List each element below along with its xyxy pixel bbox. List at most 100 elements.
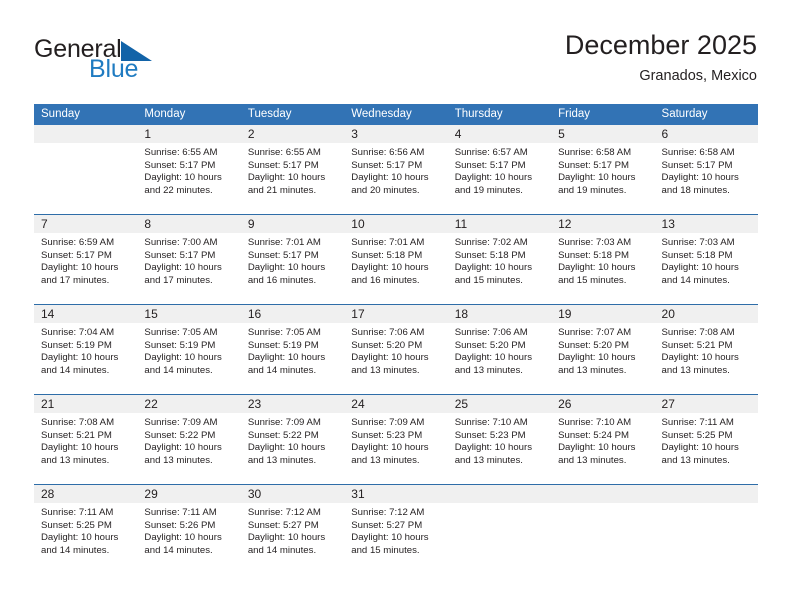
day-cell[interactable] xyxy=(447,485,552,574)
day-cell[interactable]: 18 Sunrise: 7:06 AM Sunset: 5:20 PM Dayl… xyxy=(447,305,552,394)
sunset-text: Sunset: 5:19 PM xyxy=(41,339,112,351)
weekday-header-row: Sunday Monday Tuesday Wednesday Thursday… xyxy=(34,104,758,125)
sunset-text: Sunset: 5:25 PM xyxy=(41,519,112,531)
daylight-text-line2: and 14 minutes. xyxy=(144,544,213,556)
day-number xyxy=(34,125,138,143)
day-number xyxy=(551,485,655,503)
day-details xyxy=(655,503,758,507)
sunset-text: Sunset: 5:17 PM xyxy=(247,159,319,171)
page-header: General Blue December 2025 Granados, Mex… xyxy=(0,0,792,100)
day-details xyxy=(551,503,654,507)
day-cell[interactable]: 27 Sunrise: 7:11 AM Sunset: 5:25 PM Dayl… xyxy=(654,395,758,484)
daylight-text-line1: Daylight: 10 hours xyxy=(454,262,533,274)
sunrise-text: Sunrise: 7:07 AM xyxy=(558,327,632,338)
location-subtitle: Granados, Mexico xyxy=(639,68,757,84)
day-cell[interactable]: 22 Sunrise: 7:09 AM Sunset: 5:22 PM Dayl… xyxy=(137,395,241,484)
daylight-text-line2: and 13 minutes. xyxy=(144,454,213,466)
day-details: Sunrise: 6:57 AM Sunset: 5:17 PM Dayligh… xyxy=(448,143,551,197)
daylight-text-line2: and 13 minutes. xyxy=(247,454,317,466)
sunset-text: Sunset: 5:27 PM xyxy=(247,519,319,531)
sunrise-text: Sunrise: 7:05 AM xyxy=(247,327,321,338)
day-cell[interactable]: 15 Sunrise: 7:05 AM Sunset: 5:19 PM Dayl… xyxy=(137,305,241,394)
day-details: Sunrise: 7:10 AM Sunset: 5:24 PM Dayligh… xyxy=(551,413,654,467)
sunrise-text: Sunrise: 7:02 AM xyxy=(454,237,528,248)
calendar-grid: Sunday Monday Tuesday Wednesday Thursday… xyxy=(34,104,758,574)
day-cell[interactable]: 19 Sunrise: 7:07 AM Sunset: 5:20 PM Dayl… xyxy=(551,305,655,394)
generalblue-logo[interactable]: General Blue xyxy=(34,36,214,84)
daylight-text-line2: and 13 minutes. xyxy=(351,454,420,466)
day-number: 4 xyxy=(447,125,552,143)
daylight-text-line2: and 13 minutes. xyxy=(558,454,627,466)
day-cell[interactable]: 6 Sunrise: 6:58 AM Sunset: 5:17 PM Dayli… xyxy=(654,125,758,214)
day-details: Sunrise: 6:55 AM Sunset: 5:17 PM Dayligh… xyxy=(137,143,240,197)
daylight-text-line2: and 16 minutes. xyxy=(351,274,420,286)
day-cell[interactable] xyxy=(551,485,655,574)
day-number: 24 xyxy=(344,395,448,413)
daylight-text-line1: Daylight: 10 hours xyxy=(41,532,119,544)
day-cell[interactable]: 23 Sunrise: 7:09 AM Sunset: 5:22 PM Dayl… xyxy=(240,395,345,484)
day-cell[interactable]: 9 Sunrise: 7:01 AM Sunset: 5:17 PM Dayli… xyxy=(240,215,345,304)
weekday-header-saturday: Saturday xyxy=(661,108,708,120)
day-details: Sunrise: 7:08 AM Sunset: 5:21 PM Dayligh… xyxy=(34,413,137,467)
day-cell[interactable]: 5 Sunrise: 6:58 AM Sunset: 5:17 PM Dayli… xyxy=(551,125,655,214)
daylight-text-line1: Daylight: 10 hours xyxy=(558,352,636,364)
sunrise-text: Sunrise: 7:01 AM xyxy=(247,237,321,248)
day-cell[interactable]: 7 Sunrise: 6:59 AM Sunset: 5:17 PM Dayli… xyxy=(34,215,138,304)
day-cell[interactable]: 26 Sunrise: 7:10 AM Sunset: 5:24 PM Dayl… xyxy=(551,395,655,484)
daylight-text-line2: and 13 minutes. xyxy=(661,364,730,376)
sunrise-text: Sunrise: 7:06 AM xyxy=(351,327,425,338)
day-cell[interactable]: 16 Sunrise: 7:05 AM Sunset: 5:19 PM Dayl… xyxy=(240,305,345,394)
day-cell[interactable]: 24 Sunrise: 7:09 AM Sunset: 5:23 PM Dayl… xyxy=(344,395,448,484)
day-cell[interactable]: 30 Sunrise: 7:12 AM Sunset: 5:27 PM Dayl… xyxy=(240,485,345,574)
day-cell[interactable]: 4 Sunrise: 6:57 AM Sunset: 5:17 PM Dayli… xyxy=(447,125,552,214)
day-number: 10 xyxy=(344,215,448,233)
daylight-text-line2: and 19 minutes. xyxy=(558,184,627,196)
day-cell[interactable]: 21 Sunrise: 7:08 AM Sunset: 5:21 PM Dayl… xyxy=(34,395,138,484)
sunset-text: Sunset: 5:17 PM xyxy=(41,249,112,261)
day-number xyxy=(654,485,758,503)
daylight-text-line1: Daylight: 10 hours xyxy=(351,442,429,454)
sunset-text: Sunset: 5:18 PM xyxy=(661,249,733,261)
sunset-text: Sunset: 5:17 PM xyxy=(247,249,319,261)
daylight-text-line1: Daylight: 10 hours xyxy=(661,352,739,364)
day-cell[interactable]: 2 Sunrise: 6:55 AM Sunset: 5:17 PM Dayli… xyxy=(240,125,345,214)
day-cell[interactable]: 25 Sunrise: 7:10 AM Sunset: 5:23 PM Dayl… xyxy=(447,395,552,484)
day-cell[interactable]: 8 Sunrise: 7:00 AM Sunset: 5:17 PM Dayli… xyxy=(137,215,241,304)
day-cell[interactable]: 28 Sunrise: 7:11 AM Sunset: 5:25 PM Dayl… xyxy=(34,485,138,574)
sunrise-text: Sunrise: 7:09 AM xyxy=(144,417,218,428)
day-cell[interactable]: 12 Sunrise: 7:03 AM Sunset: 5:18 PM Dayl… xyxy=(551,215,655,304)
daylight-text-line1: Daylight: 10 hours xyxy=(661,172,739,184)
weekday-header-wednesday: Wednesday xyxy=(351,108,412,120)
sunset-text: Sunset: 5:23 PM xyxy=(454,429,526,441)
sunrise-text: Sunrise: 7:12 AM xyxy=(247,507,321,518)
sunrise-text: Sunrise: 6:56 AM xyxy=(351,147,425,158)
day-cell[interactable]: 3 Sunrise: 6:56 AM Sunset: 5:17 PM Dayli… xyxy=(344,125,448,214)
daylight-text-line1: Daylight: 10 hours xyxy=(247,352,326,364)
day-details: Sunrise: 7:03 AM Sunset: 5:18 PM Dayligh… xyxy=(655,233,758,287)
day-cell[interactable]: 14 Sunrise: 7:04 AM Sunset: 5:19 PM Dayl… xyxy=(34,305,138,394)
daylight-text-line1: Daylight: 10 hours xyxy=(41,352,119,364)
day-details: Sunrise: 7:10 AM Sunset: 5:23 PM Dayligh… xyxy=(448,413,551,467)
weekday-header-friday: Friday xyxy=(558,108,591,120)
sunrise-text: Sunrise: 7:10 AM xyxy=(454,417,528,428)
day-cell[interactable]: 17 Sunrise: 7:06 AM Sunset: 5:20 PM Dayl… xyxy=(344,305,448,394)
day-cell[interactable]: 13 Sunrise: 7:03 AM Sunset: 5:18 PM Dayl… xyxy=(654,215,758,304)
sunset-text: Sunset: 5:19 PM xyxy=(144,339,216,351)
day-number: 15 xyxy=(137,305,241,323)
day-details: Sunrise: 7:01 AM Sunset: 5:18 PM Dayligh… xyxy=(344,233,447,287)
day-cell[interactable]: 10 Sunrise: 7:01 AM Sunset: 5:18 PM Dayl… xyxy=(344,215,448,304)
daylight-text-line1: Daylight: 10 hours xyxy=(41,262,119,274)
day-cell[interactable] xyxy=(654,485,758,574)
day-cell[interactable]: 20 Sunrise: 7:08 AM Sunset: 5:21 PM Dayl… xyxy=(654,305,758,394)
day-cell[interactable]: 31 Sunrise: 7:12 AM Sunset: 5:27 PM Dayl… xyxy=(344,485,448,574)
daylight-text-line2: and 13 minutes. xyxy=(558,364,627,376)
daylight-text-line1: Daylight: 10 hours xyxy=(351,352,429,364)
day-cell[interactable] xyxy=(34,125,138,214)
day-cell[interactable]: 11 Sunrise: 7:02 AM Sunset: 5:18 PM Dayl… xyxy=(447,215,552,304)
sunrise-text: Sunrise: 7:11 AM xyxy=(41,507,114,518)
sunrise-text: Sunrise: 6:59 AM xyxy=(41,237,115,248)
daylight-text-line2: and 17 minutes. xyxy=(144,274,213,286)
day-cell[interactable]: 1 Sunrise: 6:55 AM Sunset: 5:17 PM Dayli… xyxy=(137,125,241,214)
day-cell[interactable]: 29 Sunrise: 7:11 AM Sunset: 5:26 PM Dayl… xyxy=(137,485,241,574)
daylight-text-line1: Daylight: 10 hours xyxy=(41,442,119,454)
